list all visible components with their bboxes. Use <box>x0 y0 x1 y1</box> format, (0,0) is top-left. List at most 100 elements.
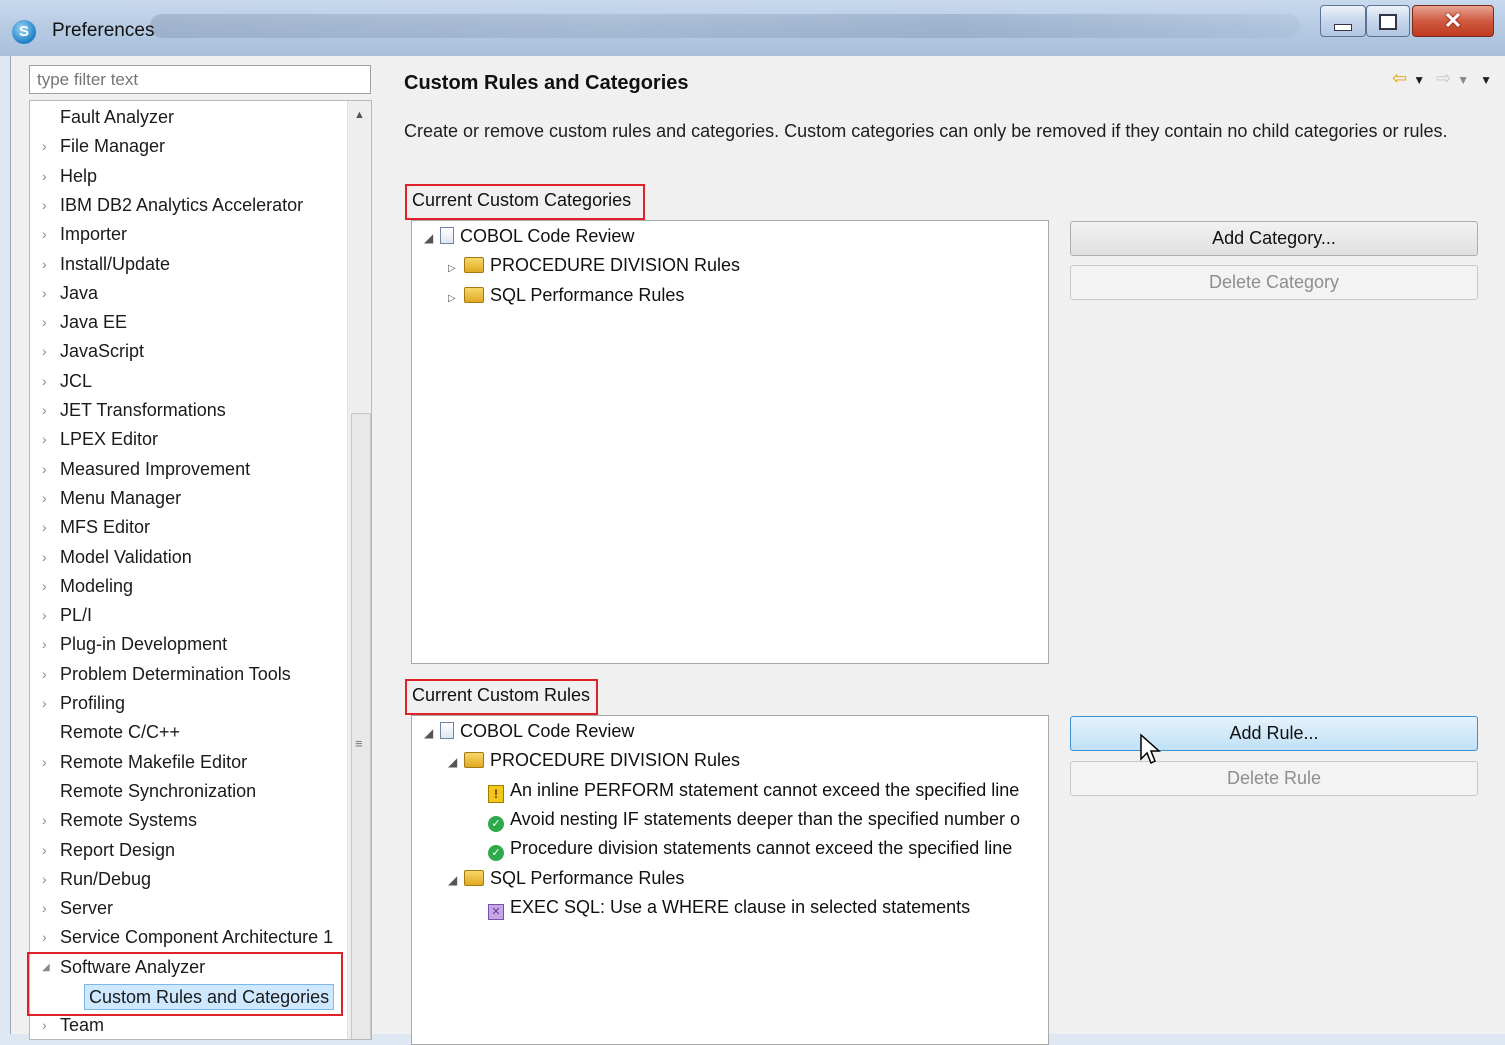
tree-row[interactable]: ▷ SQL Performance Rules <box>448 281 684 310</box>
tree-item-label: File Manager <box>60 136 166 157</box>
tree-item-label: Remote Systems <box>60 810 198 831</box>
tree-item-label: Remote Makefile Editor <box>60 751 248 772</box>
tree-scrollbar[interactable]: ▲ ≡ <box>347 101 371 1039</box>
check-icon: ✓ <box>488 815 504 832</box>
delete-rule-button[interactable]: Delete Rule <box>1070 761 1478 796</box>
scroll-up-icon[interactable]: ▲ <box>354 109 365 121</box>
collapsed-arrow-icon[interactable]: › <box>42 923 54 952</box>
tree-row[interactable]: ▷ PROCEDURE DIVISION Rules <box>448 251 740 280</box>
filter-input[interactable] <box>29 65 371 94</box>
window-title: Preferences <box>52 20 155 41</box>
tree-item-label: PL/I <box>60 605 93 626</box>
maximize-button[interactable] <box>1366 5 1410 37</box>
collapsed-arrow-icon[interactable]: › <box>42 660 54 689</box>
tree-row[interactable]: ◢ PROCEDURE DIVISION Rules <box>448 746 740 775</box>
tree-row-label: EXEC SQL: Use a WHERE clause in selected… <box>510 896 971 917</box>
collapsed-arrow-icon[interactable]: › <box>42 748 54 777</box>
preferences-dialog: Fault Analyzer › File Manager › Help › IBM DB2… <box>10 56 1505 1045</box>
tree-item-label: JCL <box>60 370 93 391</box>
tree-item-label: JavaScript <box>60 341 145 362</box>
nav-arrows: ⇦ ▼ ⇨ ▼ ▼ <box>1386 68 1492 89</box>
collapsed-arrow-icon[interactable]: › <box>42 572 54 601</box>
back-arrow-icon[interactable]: ⇦ <box>1392 68 1407 88</box>
collapsed-arrow-icon[interactable]: › <box>42 250 54 279</box>
expanded-arrow-icon[interactable]: ◢ <box>424 224 440 253</box>
minimize-button[interactable] <box>1320 5 1366 37</box>
highlight-box-software-analyzer <box>27 952 343 1016</box>
tree-item-label: MFS Editor <box>60 517 151 538</box>
warning-icon: ! <box>488 784 504 803</box>
scrollbar-thumb[interactable] <box>351 413 371 1039</box>
forward-menu-icon[interactable]: ▼ <box>1457 73 1469 87</box>
delete-category-button[interactable]: Delete Category <box>1070 265 1478 300</box>
rules-tree[interactable]: ◢ COBOL Code Review ◢ PROCEDURE DIVISION Ru… <box>411 715 1049 1045</box>
collapsed-arrow-icon[interactable]: › <box>42 308 54 337</box>
back-menu-icon[interactable]: ▼ <box>1413 73 1425 87</box>
tree-row-label: COBOL Code Review <box>460 721 635 741</box>
scroll-grip-icon: ≡ <box>355 736 363 751</box>
tree-row[interactable]: ◢ COBOL Code Review <box>424 222 634 251</box>
collapsed-arrow-icon[interactable]: › <box>42 601 54 630</box>
tree-row[interactable]: ◢ COBOL Code Review <box>424 717 634 746</box>
tree-item-label: Plug-in Development <box>60 634 228 655</box>
tree-item-label: Service Component Architecture 1 <box>60 927 334 948</box>
collapsed-arrow-icon[interactable]: › <box>42 865 54 894</box>
collapsed-arrow-icon[interactable]: › <box>42 425 54 454</box>
expanded-arrow-icon[interactable]: ◢ <box>448 748 464 777</box>
collapsed-arrow-icon[interactable]: › <box>42 455 54 484</box>
collapsed-arrow-icon[interactable]: › <box>42 337 54 366</box>
close-button[interactable]: ✕ <box>1412 5 1494 37</box>
expanded-arrow-icon[interactable]: ◢ <box>424 719 440 748</box>
add-category-button[interactable]: Add Category... <box>1070 221 1478 256</box>
close-icon: ✕ <box>1443 8 1463 33</box>
collapsed-arrow-icon[interactable]: › <box>42 279 54 308</box>
tree-item-label: JET Transformations <box>60 400 226 420</box>
collapsed-arrow-icon[interactable]: › <box>42 367 54 396</box>
expanded-arrow-icon[interactable]: ◢ <box>448 866 464 895</box>
collapsed-arrow-icon[interactable]: › <box>42 396 54 425</box>
collapsed-arrow-icon[interactable]: › <box>42 836 54 865</box>
view-menu-icon[interactable]: ▼ <box>1480 73 1492 87</box>
collapsed-arrow-icon[interactable]: › <box>42 689 54 718</box>
collapsed-arrow-icon[interactable]: › <box>42 132 54 161</box>
tree-item-label: LPEX Editor <box>60 429 159 450</box>
collapsed-arrow-icon[interactable]: ▷ <box>448 254 464 283</box>
collapsed-arrow-icon[interactable]: › <box>42 513 54 542</box>
tree-row[interactable]: ◢ SQL Performance Rules <box>448 864 684 893</box>
tree-item-label: Model Validation <box>60 546 192 567</box>
collapsed-arrow-icon[interactable]: › <box>42 484 54 513</box>
collapsed-arrow-icon[interactable]: › <box>42 630 54 659</box>
collapsed-arrow-icon[interactable]: › <box>42 806 54 835</box>
title-bar: S Preferences ✕ <box>0 0 1505 56</box>
tree-item-label: Run/Debug <box>60 868 152 889</box>
collapsed-arrow-icon[interactable]: › <box>42 894 54 923</box>
page-description: Create or remove custom rules and catego… <box>404 121 1448 141</box>
tree-item-label: Remote Synchronization <box>60 780 257 801</box>
tree-item-label: Report Design <box>60 839 176 860</box>
collapsed-arrow-icon[interactable]: › <box>42 543 54 572</box>
tree-row[interactable]: ! An inline PERFORM statement cannot exce… <box>472 776 1019 805</box>
tree-item-label: IBM DB2 Analytics Accelerator <box>60 194 304 215</box>
minimize-icon <box>1334 24 1352 31</box>
collapsed-arrow-icon[interactable]: › <box>42 220 54 249</box>
collapsed-arrow-icon[interactable]: ▷ <box>448 284 464 313</box>
app-icon: S <box>12 20 36 44</box>
collapsed-arrow-icon[interactable]: › <box>42 162 54 191</box>
tree-item-label: Help <box>60 165 98 186</box>
tree-row[interactable]: ✓ Procedure division statements cannot ex… <box>472 834 1012 863</box>
tree-row-label: Procedure division statements cannot exc… <box>510 838 1013 859</box>
folder-icon <box>464 257 484 274</box>
tree-row[interactable]: ✓ Avoid nesting IF statements deeper than… <box>472 805 1020 834</box>
add-rule-button[interactable]: Add Rule... <box>1070 716 1478 751</box>
forward-arrow-icon[interactable]: ⇨ <box>1436 68 1451 88</box>
tree-row-label: SQL Performance Rules <box>490 284 685 305</box>
tree-row-label: COBOL Code Review <box>460 226 635 246</box>
collapsed-arrow-icon[interactable]: › <box>42 191 54 220</box>
categories-tree[interactable]: ◢ COBOL Code Review ▷ PROCEDURE DIVISION Ru… <box>411 220 1049 664</box>
tree-item-label: Importer <box>60 224 128 245</box>
purple-rule-icon: ✕ <box>488 903 504 920</box>
tree-row[interactable]: ✕ EXEC SQL: Use a WHERE clause in selecte… <box>472 893 970 922</box>
tree-item-label: Profiling <box>60 693 126 713</box>
folder-icon <box>464 869 484 886</box>
tree-item-label: Modeling <box>60 575 134 596</box>
